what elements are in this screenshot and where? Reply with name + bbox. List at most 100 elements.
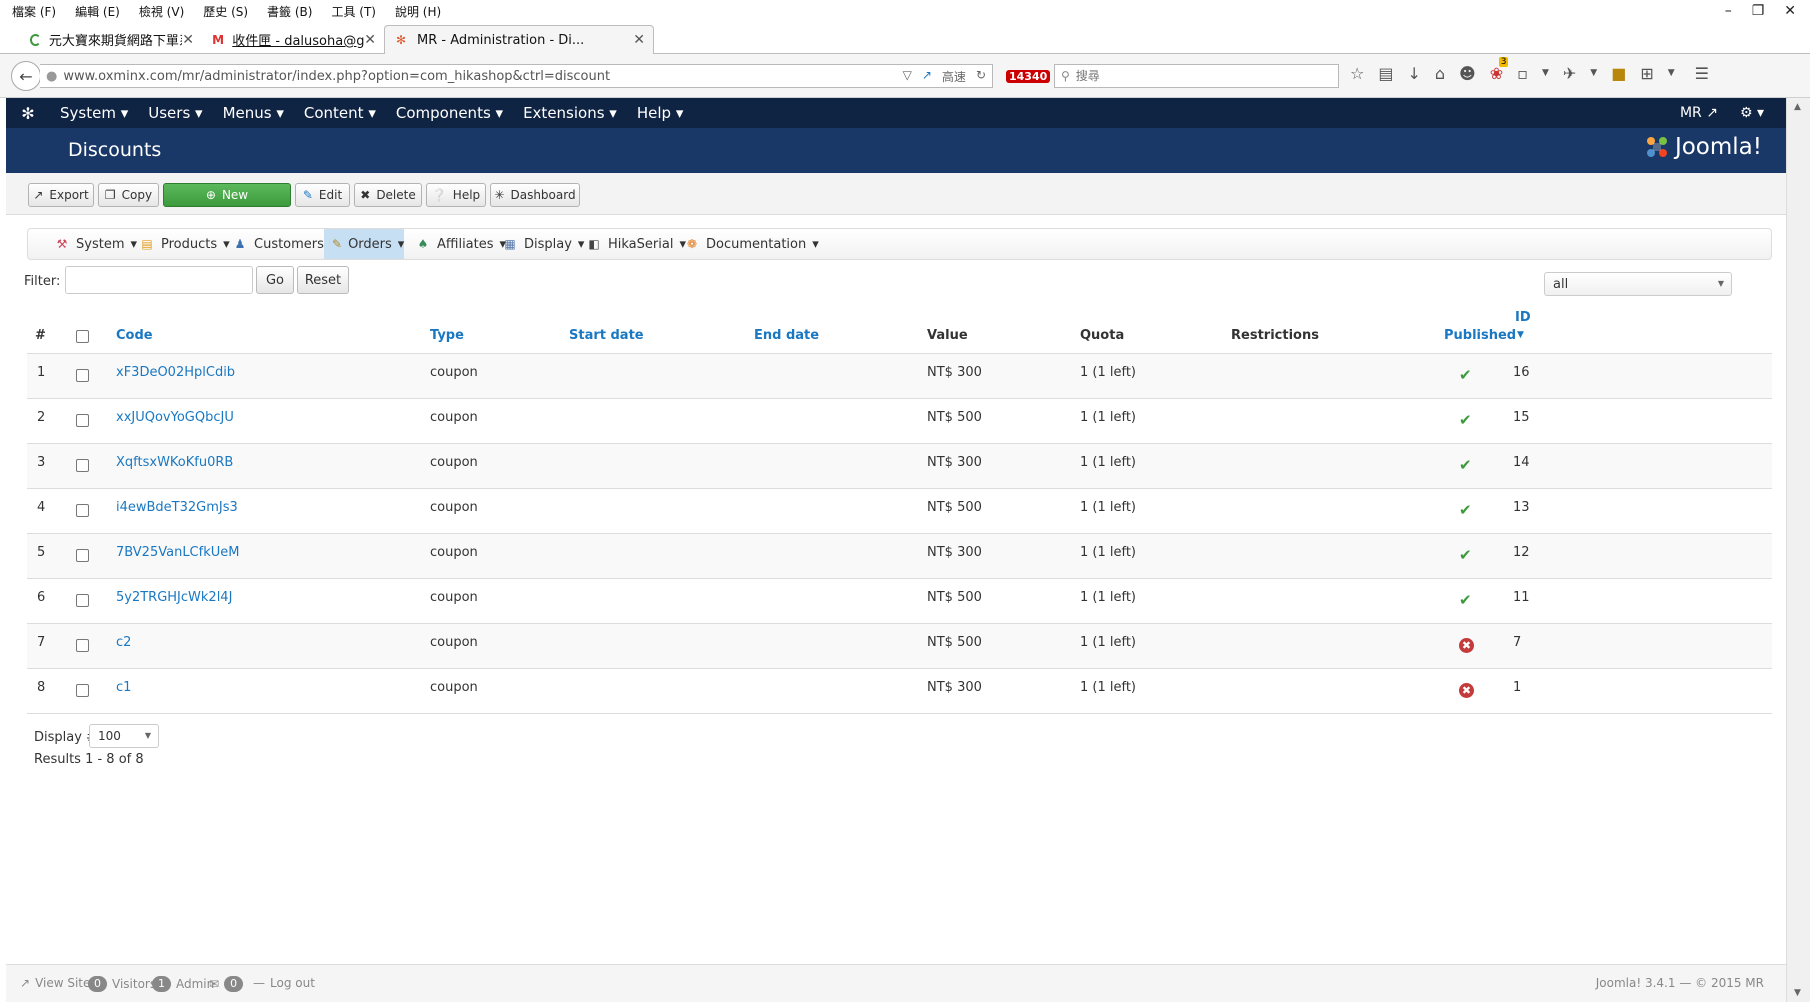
- dashboard-button[interactable]: ✳ Dashboard: [490, 183, 580, 207]
- published-check-icon[interactable]: ✔: [1459, 366, 1472, 384]
- cell-code[interactable]: xxJUQovYoGQbcJU: [116, 410, 234, 425]
- edit-button[interactable]: ✎ Edit: [295, 183, 350, 207]
- help-button[interactable]: ❔ Help: [426, 183, 486, 207]
- clipboard-icon[interactable]: ▫: [1517, 64, 1528, 83]
- cell-code[interactable]: 7BV25VanLCfkUeM: [116, 545, 239, 560]
- download-icon[interactable]: ↓: [1407, 64, 1420, 83]
- menu-edit[interactable]: 編輯 (E): [63, 3, 127, 20]
- cell-code[interactable]: XqftsxWKoKfu0RB: [116, 455, 233, 470]
- dropdown-arrow-icon[interactable]: ▽: [903, 68, 912, 85]
- cell-code[interactable]: c1: [116, 680, 131, 695]
- gear-icon[interactable]: ⚙ ▾: [1740, 105, 1764, 121]
- submenu-documentation[interactable]: ❁ Documentation ▾: [676, 229, 827, 259]
- menu-help[interactable]: 說明 (H): [383, 3, 448, 20]
- topmenu-content[interactable]: Content ▾: [294, 104, 386, 122]
- topmenu-users[interactable]: Users ▾: [138, 104, 212, 122]
- dropdown-arrow-icon[interactable]: ▼: [1542, 68, 1549, 83]
- header-start-date[interactable]: Start date: [569, 328, 644, 343]
- row-checkbox[interactable]: [76, 549, 89, 562]
- topmenu-help[interactable]: Help ▾: [627, 104, 694, 122]
- back-arrow-icon[interactable]: ←: [11, 61, 41, 91]
- plugin-icon[interactable]: ✈: [1563, 64, 1576, 83]
- row-checkbox[interactable]: [76, 594, 89, 607]
- published-check-icon[interactable]: ✔: [1459, 546, 1472, 564]
- row-checkbox[interactable]: [76, 504, 89, 517]
- submenu-orders[interactable]: ✎ Orders ▾: [324, 229, 404, 259]
- published-check-icon[interactable]: ✔: [1459, 591, 1472, 609]
- cell-code[interactable]: 5y2TRGHJcWk2l4J: [116, 590, 232, 605]
- reload-icon[interactable]: ↻: [976, 68, 986, 85]
- crop-icon[interactable]: ⊞: [1640, 64, 1653, 83]
- published-check-icon[interactable]: ✔: [1459, 501, 1472, 519]
- browser-tab-futures[interactable]: 元大寶來期貨網路下單系統 ✕: [22, 25, 202, 54]
- messages-info[interactable]: ✉ 0: [209, 976, 244, 992]
- header-end-date[interactable]: End date: [754, 328, 819, 343]
- topmenu-menus[interactable]: Menus ▾: [213, 104, 294, 122]
- header-code[interactable]: Code: [116, 328, 153, 343]
- tab-close-icon[interactable]: ✕: [182, 32, 194, 48]
- browser-tab-gmail[interactable]: M 收件匣 - dalusoha@gmail... ✕: [204, 25, 384, 54]
- logout-link[interactable]: — Log out: [253, 976, 315, 990]
- submenu-products[interactable]: ▤ Products ▾: [131, 229, 238, 259]
- home-icon[interactable]: ⌂: [1435, 64, 1445, 83]
- header-published[interactable]: Published: [1444, 328, 1516, 343]
- pocket-icon[interactable]: ■: [1611, 64, 1626, 83]
- dropdown-arrow-icon[interactable]: ▼: [1668, 68, 1675, 83]
- search-input[interactable]: [1075, 69, 1316, 83]
- row-checkbox[interactable]: [76, 459, 89, 472]
- row-checkbox[interactable]: [76, 684, 89, 697]
- row-checkbox[interactable]: [76, 414, 89, 427]
- cell-code[interactable]: c2: [116, 635, 131, 650]
- browser-tab-admin[interactable]: ✻ MR - Administration - Di... ✕: [384, 25, 654, 54]
- unpublished-x-icon[interactable]: ✖: [1459, 683, 1474, 698]
- reset-button[interactable]: Reset: [297, 266, 349, 294]
- tab-close-icon[interactable]: ✕: [364, 32, 376, 48]
- scroll-down-icon[interactable]: ▼: [1794, 988, 1801, 998]
- site-info-icon[interactable]: ●: [46, 69, 57, 84]
- published-check-icon[interactable]: ✔: [1459, 456, 1472, 474]
- row-checkbox[interactable]: [76, 369, 89, 382]
- display-limit-select[interactable]: 100 ▼: [89, 724, 159, 748]
- cell-code[interactable]: i4ewBdeT32GmJs3: [116, 500, 238, 515]
- published-check-icon[interactable]: ✔: [1459, 411, 1472, 429]
- dropdown-arrow-icon[interactable]: ▼: [1590, 68, 1597, 83]
- unpublished-x-icon[interactable]: ✖: [1459, 638, 1474, 653]
- menu-view[interactable]: 檢視 (V): [127, 3, 191, 20]
- menu-tools[interactable]: 工具 (T): [319, 3, 383, 20]
- new-button[interactable]: ⊕ New: [163, 183, 291, 207]
- select-all-checkbox[interactable]: [76, 330, 89, 343]
- maximize-icon[interactable]: ❐: [1752, 3, 1765, 19]
- menu-file[interactable]: 檔案 (F): [0, 3, 63, 20]
- delete-button[interactable]: ✖ Delete: [354, 183, 422, 207]
- bookmark-star-icon[interactable]: ☆: [1350, 64, 1364, 83]
- counter-badge[interactable]: 14340: [1006, 70, 1051, 83]
- scroll-up-icon[interactable]: ▲: [1794, 102, 1801, 112]
- header-id[interactable]: ID: [1515, 310, 1531, 325]
- search-box[interactable]: ⚲: [1054, 64, 1339, 88]
- extension-icon[interactable]: ❀ 3: [1490, 57, 1509, 83]
- chat-icon[interactable]: ☻: [1459, 64, 1476, 83]
- topmenu-extensions[interactable]: Extensions ▾: [513, 104, 627, 122]
- row-checkbox[interactable]: [76, 639, 89, 652]
- filter-input[interactable]: [65, 266, 253, 294]
- page-scrollbar[interactable]: ▲ ▼: [1786, 98, 1810, 1002]
- copy-button[interactable]: ❐ Copy: [98, 183, 159, 207]
- reading-list-icon[interactable]: ▤: [1378, 64, 1393, 83]
- url-bar[interactable]: ● www.oxminx.com/mr/administrator/index.…: [40, 64, 993, 88]
- hamburger-menu-icon[interactable]: ☰: [1695, 64, 1709, 83]
- tab-close-icon[interactable]: ✕: [633, 32, 645, 48]
- menu-bookmarks[interactable]: 書籤 (B): [255, 3, 319, 20]
- topmenu-components[interactable]: Components ▾: [386, 104, 513, 122]
- status-filter-select[interactable]: all ▼: [1544, 272, 1732, 296]
- header-type[interactable]: Type: [430, 328, 464, 343]
- minimize-icon[interactable]: –: [1725, 3, 1732, 19]
- menu-history[interactable]: 歷史 (S): [191, 3, 255, 20]
- cell-code[interactable]: xF3DeO02HplCdib: [116, 365, 235, 380]
- joomla-logo-icon[interactable]: ✻: [6, 104, 50, 123]
- close-window-icon[interactable]: ✕: [1784, 3, 1796, 19]
- export-button[interactable]: ↗ Export: [28, 183, 94, 207]
- view-site-link[interactable]: ↗ View Site: [20, 976, 90, 990]
- topmenu-system[interactable]: System ▾: [50, 104, 138, 122]
- user-link[interactable]: MR ↗: [1680, 105, 1718, 121]
- go-button[interactable]: Go: [256, 266, 294, 294]
